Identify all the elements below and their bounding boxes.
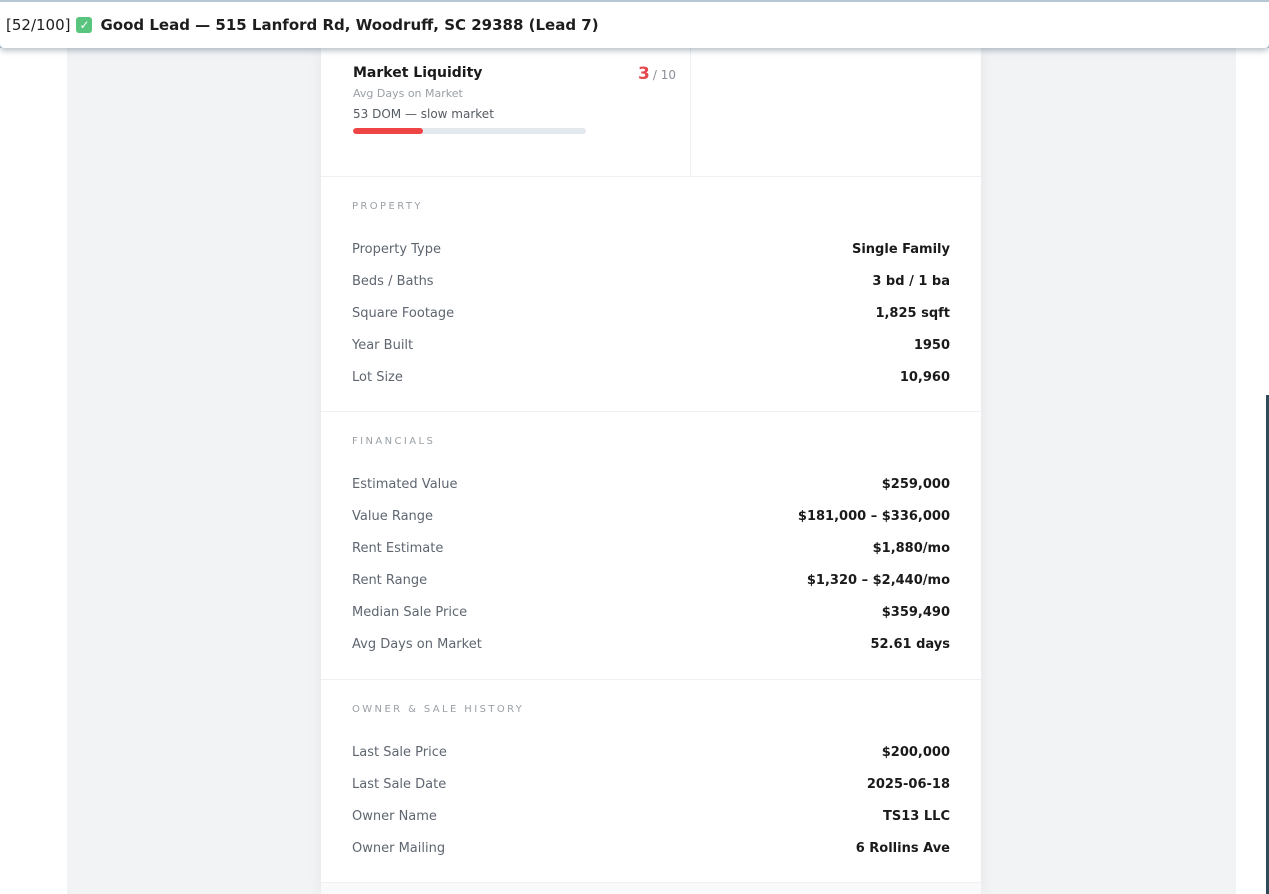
detail-label: Beds / Baths (352, 273, 434, 289)
property-rows: Property Type Single Family Beds / Baths 3 … (352, 233, 950, 393)
detail-label: Value Range (352, 508, 434, 524)
detail-row: Last Sale Date 2025-06-18 (352, 768, 950, 800)
detail-row: Owner Mailing 6 Rollins Ave (352, 832, 950, 864)
score-description: 53 DOM — slow market (353, 107, 494, 121)
lead-counter: [52/100] (6, 16, 71, 34)
detail-row: Avg Days on Market 52.61 days (352, 628, 950, 660)
detail-row: Owner Name TS13 LLC (352, 800, 950, 832)
owner-section: OWNER & SALE HISTORY Last Sale Price $200… (321, 680, 981, 883)
detail-row: Rent Estimate $1,880/mo (352, 532, 950, 564)
detail-row: Median Sale Price $359,490 (352, 596, 950, 628)
window-titlebar[interactable]: [52/100] ✓ Good Lead — 515 Lanford Rd, W… (0, 2, 1269, 48)
lead-card: Market Liquidity 3/ 10 Avg Days on Marke… (321, 48, 981, 894)
detail-value: 2025-06-18 (866, 776, 950, 792)
detail-label: Last Sale Price (352, 744, 447, 760)
detail-row: Value Range $181,000 – $336,000 (352, 500, 950, 532)
detail-row: Property Type Single Family (352, 233, 950, 265)
detail-value: TS13 LLC (883, 808, 950, 824)
detail-label: Rent Range (352, 572, 428, 588)
detail-label: Year Built (352, 337, 414, 353)
detail-value: 10,960 (899, 369, 950, 385)
score-subtitle: Avg Days on Market (353, 87, 463, 100)
score-value: 3/ 10 (638, 64, 676, 84)
detail-value: 6 Rollins Ave (855, 840, 950, 856)
detail-value: $1,880/mo (872, 540, 950, 556)
score-bar-fill (353, 128, 423, 134)
score-number: 3 (638, 64, 650, 84)
section-title-property: PROPERTY (352, 201, 423, 212)
detail-label: Avg Days on Market (352, 636, 482, 652)
window-title: Good Lead — 515 Lanford Rd, Woodruff, SC… (100, 16, 599, 34)
detail-label: Square Footage (352, 305, 455, 321)
detail-value: $181,000 – $336,000 (797, 508, 950, 524)
score-row: Market Liquidity 3/ 10 Avg Days on Marke… (321, 48, 981, 177)
detail-row: Lot Size 10,960 (352, 361, 950, 393)
detail-value: $259,000 (881, 476, 950, 492)
detail-label: Lot Size (352, 369, 403, 385)
detail-value: 1950 (913, 337, 950, 353)
detail-row: Year Built 1950 (352, 329, 950, 361)
score-max: / 10 (652, 68, 676, 82)
detail-row: Beds / Baths 3 bd / 1 ba (352, 265, 950, 297)
detail-label: Estimated Value (352, 476, 458, 492)
owner-rows: Last Sale Price $200,000 Last Sale Date 202… (352, 736, 950, 864)
detail-label: Median Sale Price (352, 604, 468, 620)
market-liquidity-score: Market Liquidity 3/ 10 Avg Days on Marke… (321, 48, 691, 177)
section-title-owner: OWNER & SALE HISTORY (352, 704, 525, 715)
detail-value: $359,490 (881, 604, 950, 620)
detail-value: 3 bd / 1 ba (872, 273, 950, 289)
detail-label: Rent Estimate (352, 540, 444, 556)
detail-row: Rent Range $1,320 – $2,440/mo (352, 564, 950, 596)
score-bar-track (353, 128, 586, 134)
detail-value: $1,320 – $2,440/mo (806, 572, 950, 588)
detail-row: Last Sale Price $200,000 (352, 736, 950, 768)
detail-label: Property Type (352, 241, 442, 257)
section-title-financials: FINANCIALS (352, 436, 436, 447)
card-footer (321, 883, 981, 894)
detail-value: 1,825 sqft (875, 305, 950, 321)
detail-label: Owner Name (352, 808, 437, 824)
financials-section: FINANCIALS Estimated Value $259,000 Value … (321, 412, 981, 680)
check-icon: ✓ (76, 17, 93, 33)
detail-label: Owner Mailing (352, 840, 446, 856)
score-title: Market Liquidity (353, 65, 483, 81)
detail-value: Single Family (851, 241, 950, 257)
property-section: PROPERTY Property Type Single Family Beds … (321, 177, 981, 412)
detail-row: Estimated Value $259,000 (352, 468, 950, 500)
detail-value: 52.61 days (870, 636, 950, 652)
detail-label: Last Sale Date (352, 776, 447, 792)
financials-rows: Estimated Value $259,000 Value Range $181,0… (352, 468, 950, 660)
detail-row: Square Footage 1,825 sqft (352, 297, 950, 329)
detail-value: $200,000 (881, 744, 950, 760)
